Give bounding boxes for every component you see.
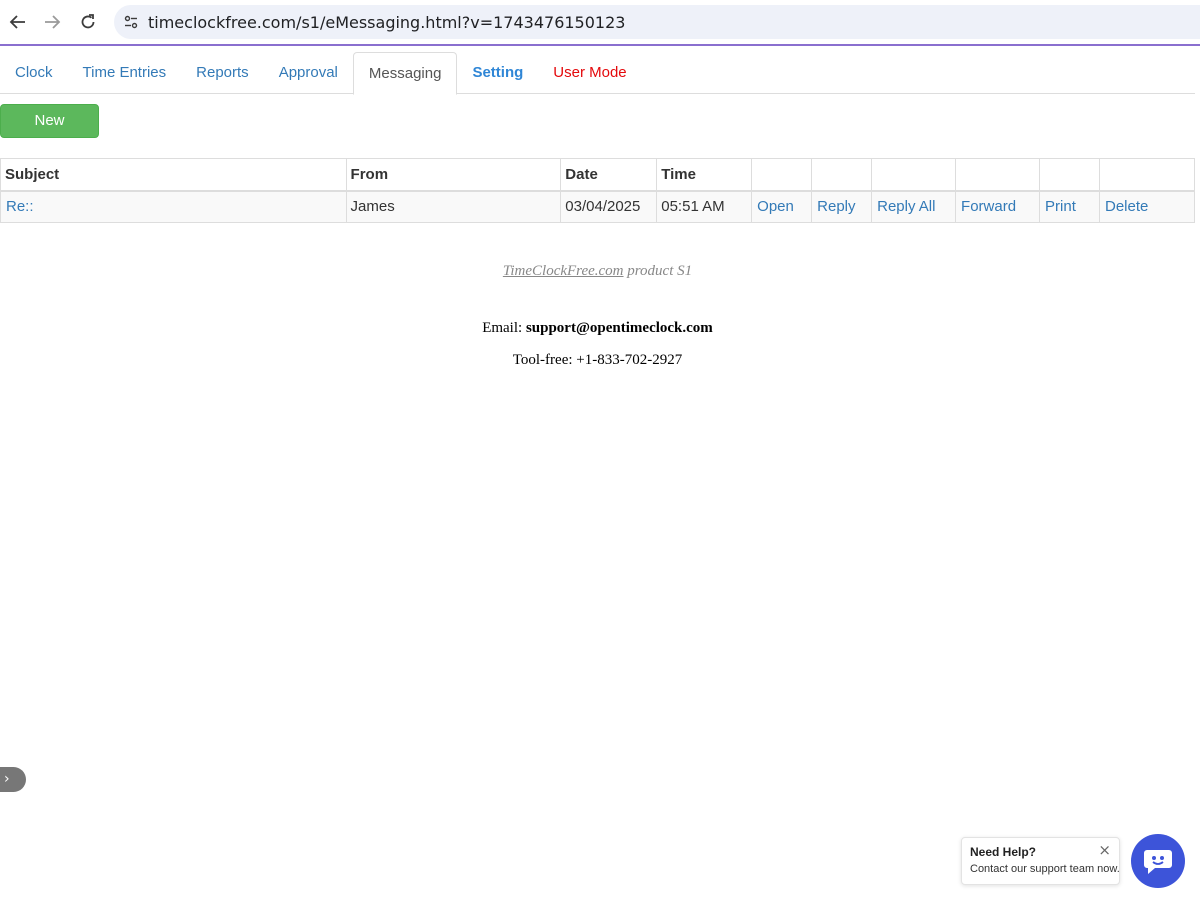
support-email-line: Email: support@opentimeclock.com [0,317,1195,339]
table-row: Re:: James 03/04/2025 05:51 AM Open Repl… [0,190,1196,223]
column-header-open [751,158,813,192]
chat-icon [1144,850,1172,874]
side-panel-toggle[interactable]: › [0,767,26,792]
message-from: James [345,190,562,223]
site-info-button[interactable] [114,5,148,39]
message-subject-link[interactable]: Re:: [0,190,347,223]
print-link[interactable]: Print [1039,190,1100,223]
tab-messaging[interactable]: Messaging [352,52,458,95]
open-link[interactable]: Open [751,190,813,223]
column-header-reply [811,158,873,192]
tab-time-entries[interactable]: Time Entries [68,52,182,94]
column-header-subject: Subject [0,158,347,192]
product-line: TimeClockFree.com product S1 [0,260,1195,282]
reload-icon [81,14,95,29]
tab-user-mode[interactable]: User Mode [538,52,641,94]
url-text[interactable]: timeclockfree.com/s1/eMessaging.html?v=1… [148,13,625,32]
tab-reports[interactable]: Reports [181,52,264,94]
column-header-forward [955,158,1041,192]
reload-button[interactable] [70,4,106,40]
arrow-left-icon [9,15,25,29]
message-date: 03/04/2025 [560,190,658,223]
tab-setting[interactable]: Setting [457,52,538,94]
email-label: Email: [482,320,526,336]
column-header-from: From [345,158,562,192]
messages-table: Subject From Date Time Re:: James 03/04/… [0,158,1196,223]
column-header-time: Time [656,158,753,192]
forward-button[interactable] [34,4,70,40]
tab-clock[interactable]: Clock [0,52,68,94]
chevron-right-icon: › [4,771,10,787]
reply-link[interactable]: Reply [811,190,873,223]
column-header-reply-all [871,158,957,192]
close-icon[interactable]: × [1098,841,1111,859]
product-link[interactable]: TimeClockFree.com [503,263,624,279]
new-message-button[interactable]: New [0,104,99,138]
main-tabs: Clock Time Entries Reports Approval Mess… [0,52,1195,95]
reply-all-link[interactable]: Reply All [871,190,957,223]
address-bar[interactable]: timeclockfree.com/s1/eMessaging.html?v=1… [114,5,1200,39]
arrow-right-icon [45,15,61,29]
browser-toolbar: timeclockfree.com/s1/eMessaging.html?v=1… [0,0,1200,46]
support-email: support@opentimeclock.com [525,320,713,336]
chat-launcher-button[interactable] [1131,834,1185,888]
help-subtitle: Contact our support team now. [970,863,1120,875]
column-header-date: Date [560,158,658,192]
help-title: Need Help? [970,845,1037,859]
column-header-delete [1098,158,1196,192]
back-button[interactable] [0,4,36,40]
product-suffix: product S1 [623,263,693,279]
table-header-row: Subject From Date Time [0,158,1196,192]
column-header-print [1039,158,1100,192]
message-time: 05:51 AM [656,190,753,223]
delete-link[interactable]: Delete [1098,190,1196,223]
help-popup[interactable]: Need Help? Contact our support team now.… [961,837,1120,885]
forward-link[interactable]: Forward [955,190,1041,223]
support-phone: Tool-free: +1-833-702-2927 [512,352,683,368]
footer: TimeClockFree.com product S1 Email: supp… [0,260,1195,371]
tab-approval[interactable]: Approval [264,52,353,94]
tune-icon [124,15,138,29]
